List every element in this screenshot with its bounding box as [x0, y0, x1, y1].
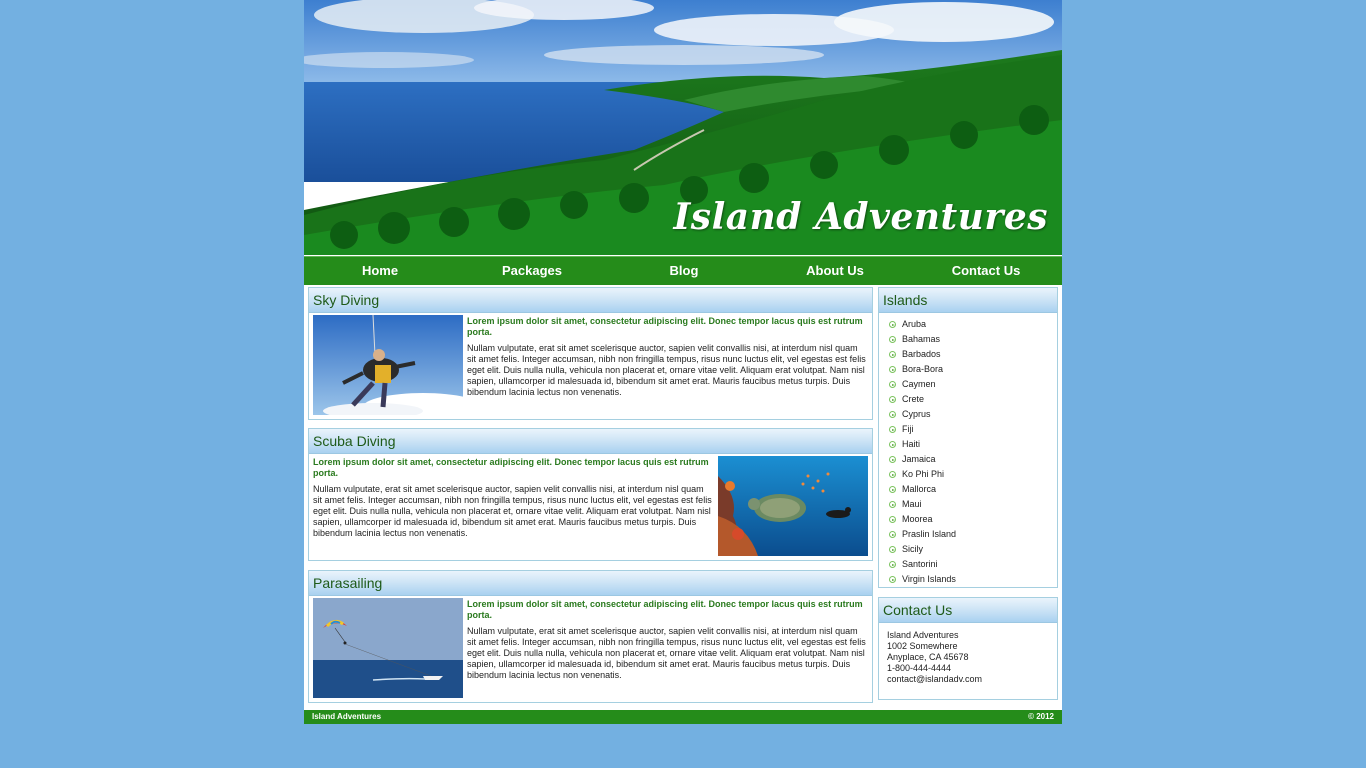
arrow-bullet-icon — [889, 561, 896, 568]
footer-copyright: © 2012 — [1028, 712, 1054, 721]
nav-home[interactable]: Home — [304, 257, 456, 285]
activity-lead: Lorem ipsum dolor sit amet, consectetur … — [467, 599, 863, 620]
island-list-item[interactable]: Crete — [889, 392, 1057, 407]
island-label: Bora-Bora — [902, 364, 944, 374]
nav-blog[interactable]: Blog — [608, 257, 760, 285]
island-label: Fiji — [902, 424, 914, 434]
island-label: Maui — [902, 499, 922, 509]
island-list-item[interactable]: Virgin Islands — [889, 572, 1057, 587]
arrow-bullet-icon — [889, 531, 896, 538]
contact-title: Contact Us — [879, 598, 1057, 623]
arrow-bullet-icon — [889, 456, 896, 463]
activity-body: Nullam vulputate, erat sit amet sceleris… — [313, 484, 712, 538]
contact-phone[interactable]: 1-800-444-4444 — [887, 663, 1057, 674]
island-label: Crete — [902, 394, 925, 404]
activity-title: Parasailing — [309, 571, 872, 596]
nav-contact-us[interactable]: Contact Us — [910, 257, 1062, 285]
islands-list: Aruba Bahamas Barbados Bora-Bora Caymen Crete… — [879, 313, 1057, 587]
arrow-bullet-icon — [889, 576, 896, 583]
island-label: Virgin Islands — [902, 574, 956, 584]
contact-panel: Contact Us Island Adventures 1002 Somewh… — [878, 597, 1058, 700]
activity-title: Sky Diving — [309, 288, 872, 313]
parasailing-image — [313, 598, 463, 698]
arrow-bullet-icon — [889, 486, 896, 493]
arrow-bullet-icon — [889, 471, 896, 478]
island-label: Mallorca — [902, 484, 937, 494]
island-list-item[interactable]: Cyprus — [889, 407, 1057, 422]
island-list-item[interactable]: Moorea — [889, 512, 1057, 527]
islands-title: Islands — [879, 288, 1057, 313]
arrow-bullet-icon — [889, 396, 896, 403]
contact-street: 1002 Somewhere — [887, 641, 958, 651]
island-list-item[interactable]: Bahamas — [889, 332, 1057, 347]
activity-title: Scuba Diving — [309, 429, 872, 454]
contact-city: Anyplace, CA 45678 — [887, 652, 969, 662]
island-list-item[interactable]: Jamaica — [889, 452, 1057, 467]
footer: Island Adventures © 2012 — [304, 710, 1062, 724]
island-label: Cyprus — [902, 409, 931, 419]
arrow-bullet-icon — [889, 366, 896, 373]
header-banner: Island Adventures — [304, 0, 1062, 255]
page-wrapper: Island Adventures Home Packages Blog Abo… — [304, 0, 1062, 724]
activity-body: Nullam vulputate, erat sit amet sceleris… — [467, 626, 866, 680]
contact-company: Island Adventures — [887, 630, 959, 640]
sky-diving-image — [313, 315, 463, 415]
island-list-item[interactable]: Ko Phi Phi — [889, 467, 1057, 482]
island-list-item[interactable]: Santorini — [889, 557, 1057, 572]
contact-email[interactable]: contact@islandadv.com — [887, 674, 1057, 685]
island-list-item[interactable]: Bora-Bora — [889, 362, 1057, 377]
activity-box-scuba-diving: Scuba Diving Lorem ipsum dolor sit amet,… — [308, 428, 873, 561]
activity-body: Nullam vulputate, erat sit amet sceleris… — [467, 343, 866, 397]
arrow-bullet-icon — [889, 381, 896, 388]
island-list-item[interactable]: Maui — [889, 497, 1057, 512]
island-label: Bahamas — [902, 334, 941, 344]
island-label: Aruba — [902, 319, 927, 329]
arrow-bullet-icon — [889, 501, 896, 508]
island-list-item[interactable]: Praslin Island — [889, 527, 1057, 542]
nav-packages[interactable]: Packages — [456, 257, 608, 285]
island-label: Santorini — [902, 559, 938, 569]
island-list-item[interactable]: Caymen — [889, 377, 1057, 392]
activity-box-parasailing: Parasailing Lorem ipsum dolor sit amet, … — [308, 570, 873, 703]
activity-lead: Lorem ipsum dolor sit amet, consectetur … — [313, 457, 709, 478]
island-list-item[interactable]: Fiji — [889, 422, 1057, 437]
arrow-bullet-icon — [889, 321, 896, 328]
arrow-bullet-icon — [889, 441, 896, 448]
island-label: Caymen — [902, 379, 936, 389]
island-label: Praslin Island — [902, 529, 957, 539]
arrow-bullet-icon — [889, 426, 896, 433]
island-label: Barbados — [902, 349, 941, 359]
island-label: Sicily — [902, 544, 924, 554]
arrow-bullet-icon — [889, 546, 896, 553]
arrow-bullet-icon — [889, 411, 896, 418]
island-list-item[interactable]: Haiti — [889, 437, 1057, 452]
island-list-item[interactable]: Sicily — [889, 542, 1057, 557]
scuba-diving-image — [718, 456, 868, 556]
island-list-item[interactable]: Aruba — [889, 317, 1057, 332]
island-list-item[interactable]: Mallorca — [889, 482, 1057, 497]
site-title: Island Adventures — [673, 196, 1048, 238]
activity-box-sky-diving: Sky Diving Lorem ipsum dolor sit amet, c… — [308, 287, 873, 420]
island-label: Haiti — [902, 439, 921, 449]
contact-details: Island Adventures 1002 Somewhere Anyplac… — [879, 623, 1057, 685]
activity-lead: Lorem ipsum dolor sit amet, consectetur … — [467, 316, 863, 337]
footer-site-name: Island Adventures — [312, 712, 382, 721]
island-label: Moorea — [902, 514, 933, 524]
island-label: Ko Phi Phi — [902, 469, 945, 479]
arrow-bullet-icon — [889, 336, 896, 343]
island-label: Jamaica — [902, 454, 936, 464]
island-list-item[interactable]: Barbados — [889, 347, 1057, 362]
main-nav: Home Packages Blog About Us Contact Us — [304, 256, 1062, 285]
islands-panel: Islands Aruba Bahamas Barbados Bora-Bora Cay… — [878, 287, 1058, 588]
arrow-bullet-icon — [889, 351, 896, 358]
arrow-bullet-icon — [889, 516, 896, 523]
nav-about-us[interactable]: About Us — [760, 257, 910, 285]
